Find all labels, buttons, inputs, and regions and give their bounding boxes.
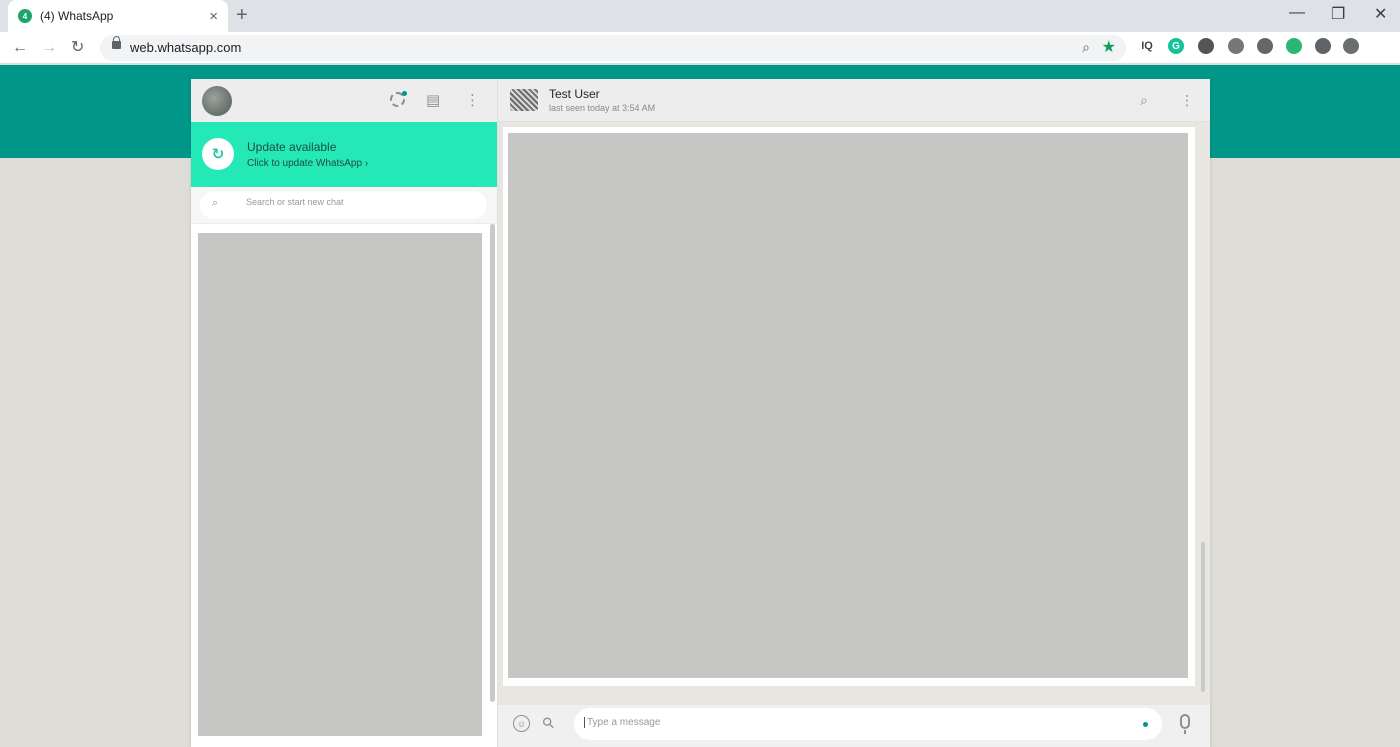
circle-extension-icon[interactable]: [1198, 38, 1214, 54]
chat-menu-icon[interactable]: ⋮: [1180, 92, 1194, 109]
puzzle-extensions-icon[interactable]: [1315, 38, 1331, 54]
contact-name: Test User: [549, 87, 600, 101]
window-restore-button[interactable]: ❐: [1331, 4, 1345, 24]
forward-button[interactable]: →: [41, 38, 57, 58]
contact-avatar[interactable]: [510, 89, 538, 111]
zoom-icon[interactable]: ⌕: [1082, 39, 1090, 56]
update-link[interactable]: Click to update WhatsApp ›: [247, 158, 368, 169]
vpn-extension-icon[interactable]: [1257, 38, 1273, 54]
microphone-icon[interactable]: [1180, 714, 1190, 734]
message-input[interactable]: [584, 717, 1124, 728]
address-bar[interactable]: web.whatsapp.com ⌕ ★: [100, 35, 1126, 61]
reload-button[interactable]: ↻: [71, 38, 84, 58]
bookmark-star-icon[interactable]: ★: [1102, 37, 1116, 57]
messages-area: [498, 122, 1210, 705]
search-input[interactable]: [246, 197, 476, 207]
sidebar: ▤ ⋮ ↻ Update available Click to update W…: [191, 79, 498, 747]
contact-last-seen: last seen today at 3:54 AM: [549, 103, 656, 113]
emoji-icon[interactable]: ☺: [513, 715, 530, 732]
sidebar-header: ▤ ⋮: [191, 79, 497, 122]
conversation-header[interactable]: Test User last seen today at 3:54 AM ⌕ ⋮: [498, 79, 1210, 122]
browser-tabstrip: 4 (4) WhatsApp × + — ❐ ✕: [0, 0, 1400, 32]
profile-avatar-icon[interactable]: [1343, 38, 1359, 54]
status-icon[interactable]: [390, 91, 407, 107]
message-frame: [503, 127, 1195, 686]
conversation-pane: Test User last seen today at 3:54 AM ⌕ ⋮…: [498, 79, 1210, 747]
window-close-button[interactable]: ✕: [1374, 4, 1387, 24]
chat-list[interactable]: [198, 233, 482, 736]
iq-extension-icon[interactable]: IQ: [1139, 38, 1155, 54]
chat-list-scrollbar[interactable]: [490, 224, 495, 702]
typing-indicator: [1143, 722, 1148, 727]
menu-icon[interactable]: ⋮: [465, 91, 480, 109]
browser-tab-whatsapp[interactable]: 4 (4) WhatsApp ×: [8, 0, 228, 32]
new-chat-icon[interactable]: ▤: [426, 91, 440, 109]
update-banner[interactable]: ↻ Update available Click to update Whats…: [191, 122, 497, 187]
address-url[interactable]: web.whatsapp.com: [130, 40, 241, 55]
lock-icon: [112, 36, 121, 49]
search-icon: ⌕: [212, 197, 219, 209]
attach-icon[interactable]: ⚲: [538, 713, 559, 733]
refresh-icon: ↻: [202, 138, 234, 170]
whatsapp-app: ▤ ⋮ ↻ Update available Click to update W…: [191, 79, 1210, 747]
update-title: Update available: [247, 140, 337, 154]
whatsapp-favicon-icon: 4: [18, 9, 32, 23]
search-bar: ⌕: [191, 187, 497, 224]
compose-bar: ☺ ⚲: [498, 705, 1210, 747]
new-tab-button[interactable]: +: [236, 5, 248, 25]
search-box[interactable]: ⌕: [200, 191, 487, 219]
globe-extension-icon[interactable]: [1228, 38, 1244, 54]
grammarly-icon[interactable]: G: [1168, 38, 1184, 54]
tab-title: (4) WhatsApp: [40, 9, 114, 23]
profile-avatar[interactable]: [202, 86, 232, 116]
message-box[interactable]: [574, 708, 1162, 740]
android-extension-icon[interactable]: [1286, 38, 1302, 54]
chat-search-icon[interactable]: ⌕: [1140, 92, 1148, 109]
message-content: [508, 133, 1188, 678]
messages-scrollbar[interactable]: [1201, 542, 1205, 692]
window-minimize-button[interactable]: —: [1289, 4, 1305, 22]
tab-close-icon[interactable]: ×: [209, 8, 218, 25]
browser-toolbar: ← → ↻ web.whatsapp.com ⌕ ★: [0, 32, 1400, 64]
back-button[interactable]: ←: [12, 38, 28, 58]
